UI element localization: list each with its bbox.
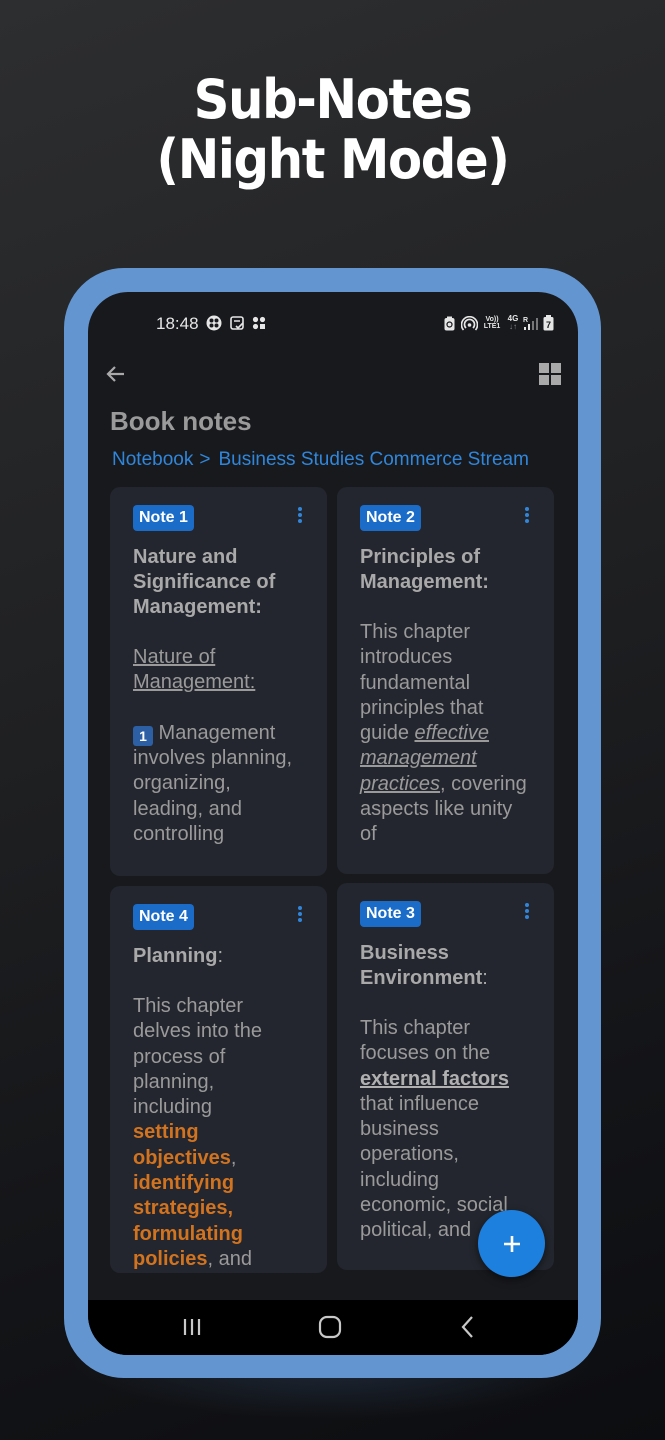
- more-vert-icon-dot: [298, 906, 302, 910]
- more-vert-icon-dot: [525, 909, 529, 913]
- more-vert-icon-dot: [298, 507, 302, 511]
- battery-icon: 7: [542, 315, 554, 331]
- recents-button[interactable]: [174, 1310, 210, 1344]
- view-toggle-button[interactable]: [536, 360, 564, 388]
- game-icon: [205, 315, 223, 331]
- home-button[interactable]: [312, 1310, 348, 1344]
- note-title: Principles of Management:: [360, 545, 532, 595]
- note-title-text: Principles of Management: [360, 546, 483, 593]
- note-title-suffix: :: [482, 571, 489, 593]
- note-body-text: , and: [207, 1247, 252, 1270]
- headline-line-2: (Night Mode): [156, 128, 510, 191]
- page-title: Book notes: [110, 406, 252, 436]
- note-title: Planning:: [133, 944, 305, 969]
- volte-label-top: Vo)): [485, 316, 499, 323]
- breadcrumb: Notebook > Business Studies Commerce Str…: [112, 449, 529, 471]
- more-options-button[interactable]: [295, 505, 305, 525]
- grid-view-icon: [539, 363, 561, 385]
- note-title-text: Planning: [133, 945, 218, 967]
- more-options-button[interactable]: [522, 505, 532, 525]
- note-card-1[interactable]: Note 1 Nature and Significance of Manage…: [110, 487, 327, 876]
- note-card-4[interactable]: Note 4 Planning: This chapter delves int…: [110, 886, 327, 1273]
- more-vert-icon-dot: [525, 915, 529, 919]
- system-nav-bar: [88, 1300, 578, 1355]
- note-title-suffix: :: [482, 967, 488, 989]
- more-vert-icon-dot: [298, 513, 302, 517]
- svg-text:R: R: [523, 317, 528, 324]
- note-highlight: setting objectives: [133, 1121, 231, 1169]
- back-chevron-icon: [461, 1316, 473, 1338]
- breadcrumb-separator: >: [199, 449, 211, 470]
- note-body: Nature of Management: 1 Management invol…: [133, 645, 305, 847]
- system-back-button[interactable]: [450, 1310, 486, 1344]
- volte-icon: Vo)) LTE1: [482, 315, 502, 331]
- note-badge: Note 3: [360, 901, 421, 927]
- note-emphasis: external factors: [360, 1067, 509, 1090]
- add-note-fab[interactable]: [478, 1210, 545, 1277]
- status-bar: 18:48 Vo)) LTE1 4G ↓↑ R 7: [88, 292, 578, 352]
- note-body-text: This chapter delves into the process of …: [133, 995, 262, 1119]
- note-check-icon: [229, 315, 245, 331]
- back-button[interactable]: [102, 360, 130, 388]
- more-vert-icon-dot: [298, 918, 302, 922]
- phone-screen: 18:48 Vo)) LTE1 4G ↓↑ R 7 Book notes Not…: [88, 292, 578, 1355]
- keycap-number-icon: 1: [133, 725, 153, 746]
- note-badge: Note 2: [360, 505, 421, 531]
- home-icon: [318, 1315, 342, 1339]
- more-options-button[interactable]: [522, 901, 532, 921]
- breadcrumb-root-link[interactable]: Notebook: [112, 449, 193, 471]
- plus-icon: [503, 1235, 520, 1252]
- volte-label-bottom: LTE1: [483, 323, 501, 330]
- note-body: This chapter introduces fundamental prin…: [360, 620, 532, 848]
- 4g-icon: 4G ↓↑: [506, 315, 520, 331]
- note-card-2[interactable]: Note 2 Principles of Management: This ch…: [337, 487, 554, 874]
- note-badge: Note 1: [133, 505, 194, 531]
- note-body: This chapter delves into the process of …: [133, 994, 305, 1272]
- more-vert-icon-dot: [525, 507, 529, 511]
- note-title-suffix: :: [255, 596, 262, 618]
- note-body-text: Management involves planning, organizing…: [133, 721, 292, 846]
- apps-icon: [251, 315, 267, 331]
- note-title-suffix: :: [217, 945, 224, 967]
- note-badge: Note 4: [133, 904, 194, 930]
- breadcrumb-current[interactable]: Business Studies Commerce Stream: [218, 449, 528, 471]
- more-vert-icon-dot: [298, 519, 302, 523]
- battery-saver-icon: [442, 315, 456, 331]
- headline-line-1: Sub-Notes: [193, 68, 473, 131]
- svg-text:7: 7: [546, 320, 551, 330]
- note-body-text: ,: [230, 1146, 237, 1169]
- network-activity-arrows: ↓↑: [509, 322, 517, 331]
- note-body-text: that influence business operations, incl…: [360, 1092, 508, 1242]
- signal-icon: R: [523, 315, 539, 331]
- note-title: Business Environment:: [360, 941, 532, 991]
- note-title: Nature and Significance of Management:: [133, 545, 305, 620]
- note-title-text: Business Environment: [360, 942, 483, 989]
- recents-icon: [183, 1319, 201, 1335]
- more-options-button[interactable]: [295, 904, 305, 924]
- promo-headline: Sub-Notes (Night Mode): [27, 70, 639, 190]
- status-time: 18:48: [156, 314, 199, 333]
- note-title-text: Nature and Significance of Management: [133, 546, 276, 618]
- more-vert-icon-dot: [525, 513, 529, 517]
- hotspot-icon: [460, 315, 478, 331]
- note-underlined-heading: Nature of Management:: [133, 646, 256, 694]
- more-vert-icon-dot: [525, 903, 529, 907]
- more-vert-icon-dot: [525, 519, 529, 523]
- note-body-text: This chapter focuses on the: [360, 1017, 491, 1065]
- more-vert-icon-dot: [298, 912, 302, 916]
- arrow-left-icon: [106, 366, 124, 382]
